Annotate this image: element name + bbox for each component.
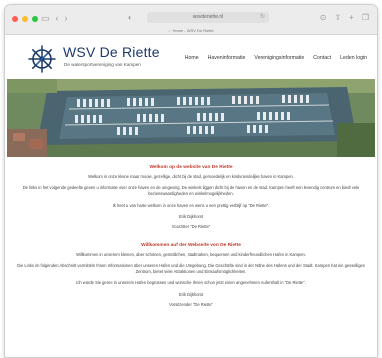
sidebar-icon[interactable]: ▭ (41, 12, 50, 24)
browser-window: ▭ ‹ › ◖ wsvderiette.nl ↻ ⊙ ⇧ + ❐ × Home … (4, 4, 378, 358)
welcome-paragraph-nl-2: De links in het volgende gedeelte geven … (22, 185, 360, 197)
ship-wheel-logo-icon[interactable] (27, 44, 57, 74)
welcome-title-de: Willkommen auf der Webseite von De Riett… (141, 242, 241, 248)
active-tab[interactable]: × Home - WSV De Riette (168, 28, 213, 33)
welcome-paragraph-nl-3: Ik heet u van harte welkom in onze haven… (112, 202, 270, 208)
welcome-paragraph-de-2: Die Links im folgenden Abschnitt vermitt… (17, 263, 365, 275)
menu-item-leden-login[interactable]: Leden login (340, 55, 367, 61)
address-bar-url: wsvderiette.nl (192, 14, 224, 20)
menu-item-haveninformatie[interactable]: Haveninformatie (208, 55, 246, 61)
site-header: WSV De Riette De watersportvereniging va… (5, 35, 377, 79)
nav-controls: ▭ ‹ › (41, 12, 68, 24)
window-controls (12, 16, 38, 22)
back-icon[interactable]: ‹ (56, 12, 59, 24)
reload-icon[interactable]: ↻ (260, 12, 265, 23)
menu-item-verenigingsinformatie[interactable]: Verenigingsinformatie (254, 55, 304, 61)
download-icon[interactable]: ⊙ (320, 12, 327, 24)
maximize-window-button[interactable] (32, 16, 38, 22)
signature-name-nl: Erik Dijkhorst (178, 213, 204, 219)
minimize-window-button[interactable] (22, 16, 28, 22)
site-title[interactable]: WSV De Riette (63, 44, 160, 60)
menu-item-contact[interactable]: Contact (313, 55, 331, 61)
close-window-button[interactable] (12, 16, 18, 22)
toolbar-right-icons: ⊙ ⇧ + ❐ (320, 12, 369, 24)
privacy-shield-icon[interactable]: ◖ (127, 13, 132, 22)
tab-title: Home - WSV De Riette (172, 28, 214, 33)
harbor-aerial-photo (7, 79, 375, 157)
welcome-paragraph-nl-1: Welkom in onze kleine maar mooie, gezell… (88, 174, 294, 179)
tab-close-icon[interactable]: × (168, 28, 170, 33)
main-menu: Home Haveninformatie Verenigingsinformat… (185, 55, 367, 61)
welcome-title-nl: Welkom op de website van De Riette (149, 165, 233, 170)
menu-item-home[interactable]: Home (185, 55, 199, 61)
forward-icon[interactable]: › (65, 12, 68, 24)
signature-role-nl: Voorzitter "De Riette" (171, 223, 211, 229)
welcome-paragraph-de-3: Ich würde Sie gerne in unserem Hafen beg… (76, 280, 306, 286)
tab-bar: × Home - WSV De Riette (5, 26, 377, 35)
site-subtitle: De watersportvereniging van Kampen (64, 62, 141, 67)
new-tab-icon[interactable]: + (349, 12, 354, 24)
share-icon[interactable]: ⇧ (334, 12, 341, 24)
welcome-paragraph-de-1: Willkommen in unserem kleinen, aber schö… (76, 251, 306, 257)
address-bar[interactable]: wsvderiette.nl ↻ (147, 12, 269, 23)
browser-toolbar: ▭ ‹ › ◖ wsvderiette.nl ↻ ⊙ ⇧ + ❐ × Home … (5, 5, 377, 35)
signature-name-de: Erik Dijkhorst (178, 291, 204, 297)
main-content: Welkom op de website van De Riette Welko… (5, 157, 377, 307)
signature-role-de: Vorsitzender "De Riette" (169, 301, 213, 307)
tab-overview-icon[interactable]: ❐ (362, 12, 369, 24)
